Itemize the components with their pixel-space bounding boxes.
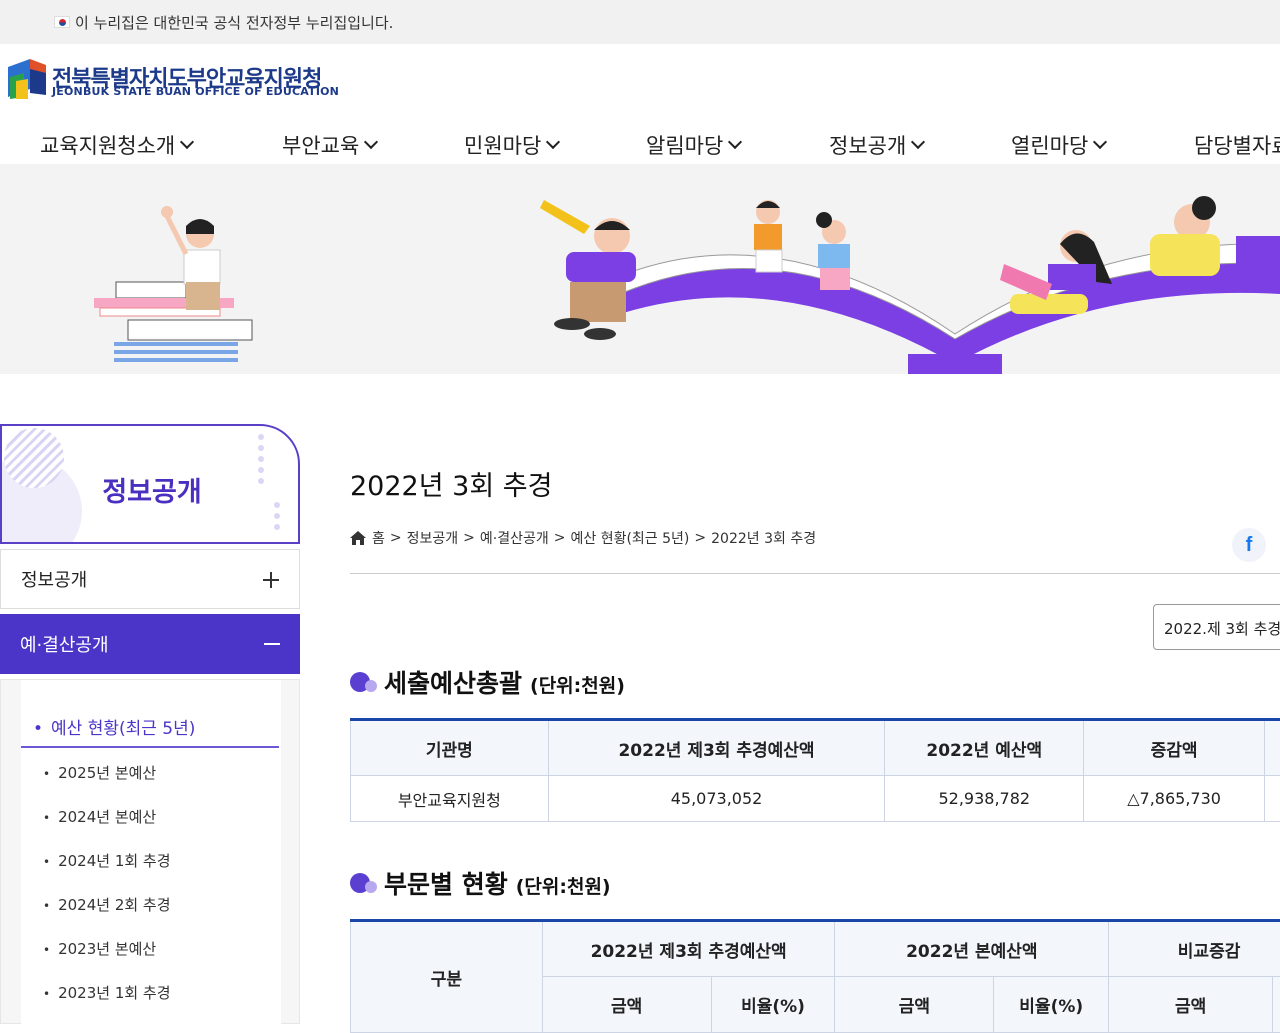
home-icon[interactable] (350, 531, 366, 545)
bullet-icon (350, 670, 376, 694)
lnb-item-label: 정보공개 (21, 566, 87, 592)
nav-item-civil[interactable]: 민원마당 (464, 130, 558, 160)
minus-icon (264, 643, 280, 645)
table-header (1265, 720, 1280, 776)
section-unit: (단위:천원) (530, 671, 625, 698)
table-header-row: 구분 2022년 제3회 추경예산액 2022년 본예산액 비교증감 (351, 921, 1280, 977)
lnb-item-budget[interactable]: 예·결산공개 (0, 614, 300, 674)
hero-visual (0, 164, 1280, 374)
table-cell (1265, 776, 1280, 822)
sector-status-table: 구분 2022년 제3회 추경예산액 2022년 본예산액 비교증감 금액 비율… (350, 919, 1280, 1033)
lnb-item-label: 예·결산공개 (20, 631, 109, 657)
facebook-share-icon[interactable]: f (1232, 528, 1266, 562)
nav-label: 알림마당 (646, 130, 723, 160)
lnb-sub-item[interactable]: 2023년 1회 추경 (43, 982, 171, 1003)
nav-label: 민원마당 (464, 130, 541, 160)
budget-summary-table: 기관명 2022년 제3회 추경예산액 2022년 예산액 증감액 부안교육지원… (350, 718, 1280, 822)
table-cell: △7,865,730 (1084, 776, 1265, 822)
breadcrumb: 홈 > 정보공개 > 예·결산공개 > 예산 현황(최근 5년) > 2022년… (350, 528, 816, 548)
chevron-down-icon (728, 135, 742, 149)
lnb-item-info[interactable]: 정보공개 (0, 549, 300, 609)
nav-item-intro[interactable]: 교육지원청소개 (40, 130, 192, 160)
nav-label: 교육지원청소개 (40, 130, 175, 160)
lnb-sub-item[interactable]: 2023년 본예산 (43, 938, 156, 959)
korea-flag-icon (54, 16, 70, 28)
nav-item-open[interactable]: 열린마당 (1011, 130, 1105, 160)
plus-icon (263, 572, 279, 588)
breadcrumb-separator: > (554, 530, 566, 546)
gov-banner: 이 누리집은 대한민국 공식 전자정부 누리집입니다. (0, 0, 1280, 44)
section-unit: (단위:천원) (516, 872, 611, 899)
lnb-sub-active[interactable]: 예산 현황(최근 5년) (21, 702, 279, 748)
table-header: 2022년 제3회 추경예산액 (548, 720, 885, 776)
breadcrumb-item-current: 2022년 3회 추경 (711, 528, 816, 548)
hero-illustration (0, 164, 1280, 374)
nav-item-info[interactable]: 정보공개 (829, 130, 923, 160)
table-header (1272, 977, 1280, 1033)
lnb-sub-item[interactable]: 2024년 본예산 (43, 806, 156, 827)
lnb-title: 정보공개 (2, 470, 300, 509)
nav-item-education[interactable]: 부안교육 (282, 130, 376, 160)
section-title-total: 세출예산총괄 (단위:천원) (350, 664, 625, 700)
lnb-submenu: 예산 현황(최근 5년) 2025년 본예산 2024년 본예산 2024년 1… (0, 679, 300, 1024)
year-select[interactable]: 2022.제 3회 추경 (1153, 604, 1280, 650)
chevron-down-icon (546, 135, 560, 149)
nav-label: 정보공개 (829, 130, 906, 160)
logo-name-en[interactable]: JEONBUK STATE BUAN OFFICE OF EDUCATION (52, 85, 339, 98)
breadcrumb-item[interactable]: 예·결산공개 (480, 528, 549, 548)
table-header: 비율(%) (994, 977, 1109, 1033)
page-title: 2022년 3회 추경 (350, 464, 552, 503)
chevron-down-icon (180, 135, 194, 149)
main-nav: 교육지원청소개 부안교육 민원마당 알림마당 정보공개 열린마당 담당별자료 (0, 124, 1280, 164)
nav-label: 담당별자료 (1194, 130, 1280, 160)
table-header: 금액 (835, 977, 994, 1033)
table-header: 금액 (542, 977, 711, 1033)
site-header: 전북특별자치도부안교육지원청 JEONBUK STATE BUAN OFFICE… (0, 44, 1280, 114)
divider (350, 573, 1280, 574)
gov-banner-text: 이 누리집은 대한민국 공식 전자정부 누리집입니다. (75, 12, 393, 33)
breadcrumb-item[interactable]: 홈 (372, 528, 385, 548)
lnb-sub-item[interactable]: 2024년 1회 추경 (43, 850, 171, 871)
lnb-title-box: 정보공개 (0, 424, 300, 544)
table-header: 비율(%) (711, 977, 835, 1033)
table-header-row: 기관명 2022년 제3회 추경예산액 2022년 예산액 증감액 (351, 720, 1280, 776)
table-header: 2022년 예산액 (885, 720, 1084, 776)
nav-label: 부안교육 (282, 130, 359, 160)
breadcrumb-item[interactable]: 예산 현황(최근 5년) (570, 528, 689, 548)
logo-icon[interactable] (8, 59, 48, 101)
chevron-down-icon (364, 135, 378, 149)
lnb-sub-item[interactable]: 2024년 2회 추경 (43, 894, 171, 915)
breadcrumb-separator: > (694, 530, 706, 546)
section-heading: 세출예산총괄 (384, 664, 522, 700)
bullet-icon (350, 871, 376, 895)
table-header: 2022년 제3회 추경예산액 (542, 921, 835, 977)
nav-item-notice[interactable]: 알림마당 (646, 130, 740, 160)
table-header: 기관명 (351, 720, 549, 776)
table-cell: 45,073,052 (548, 776, 885, 822)
table-cell: 부안교육지원청 (351, 776, 549, 822)
section-title-sector: 부문별 현황 (단위:천원) (350, 865, 611, 901)
breadcrumb-item[interactable]: 정보공개 (407, 528, 459, 548)
nav-item-data[interactable]: 담당별자료 (1194, 130, 1280, 160)
table-cell: 52,938,782 (885, 776, 1084, 822)
breadcrumb-separator: > (390, 530, 402, 546)
table-row: 부안교육지원청 45,073,052 52,938,782 △7,865,730 (351, 776, 1280, 822)
nav-label: 열린마당 (1011, 130, 1088, 160)
section-heading: 부문별 현황 (384, 865, 508, 901)
table-header: 구분 (351, 921, 543, 1033)
books-stack-illustration (94, 206, 252, 362)
breadcrumb-separator: > (463, 530, 475, 546)
lnb-sub-item[interactable]: 2025년 본예산 (43, 762, 156, 783)
table-header: 증감액 (1084, 720, 1265, 776)
chevron-down-icon (911, 135, 925, 149)
table-header: 2022년 본예산액 (835, 921, 1109, 977)
table-header: 비교증감 (1109, 921, 1280, 977)
table-header: 금액 (1109, 977, 1273, 1033)
chevron-down-icon (1093, 135, 1107, 149)
